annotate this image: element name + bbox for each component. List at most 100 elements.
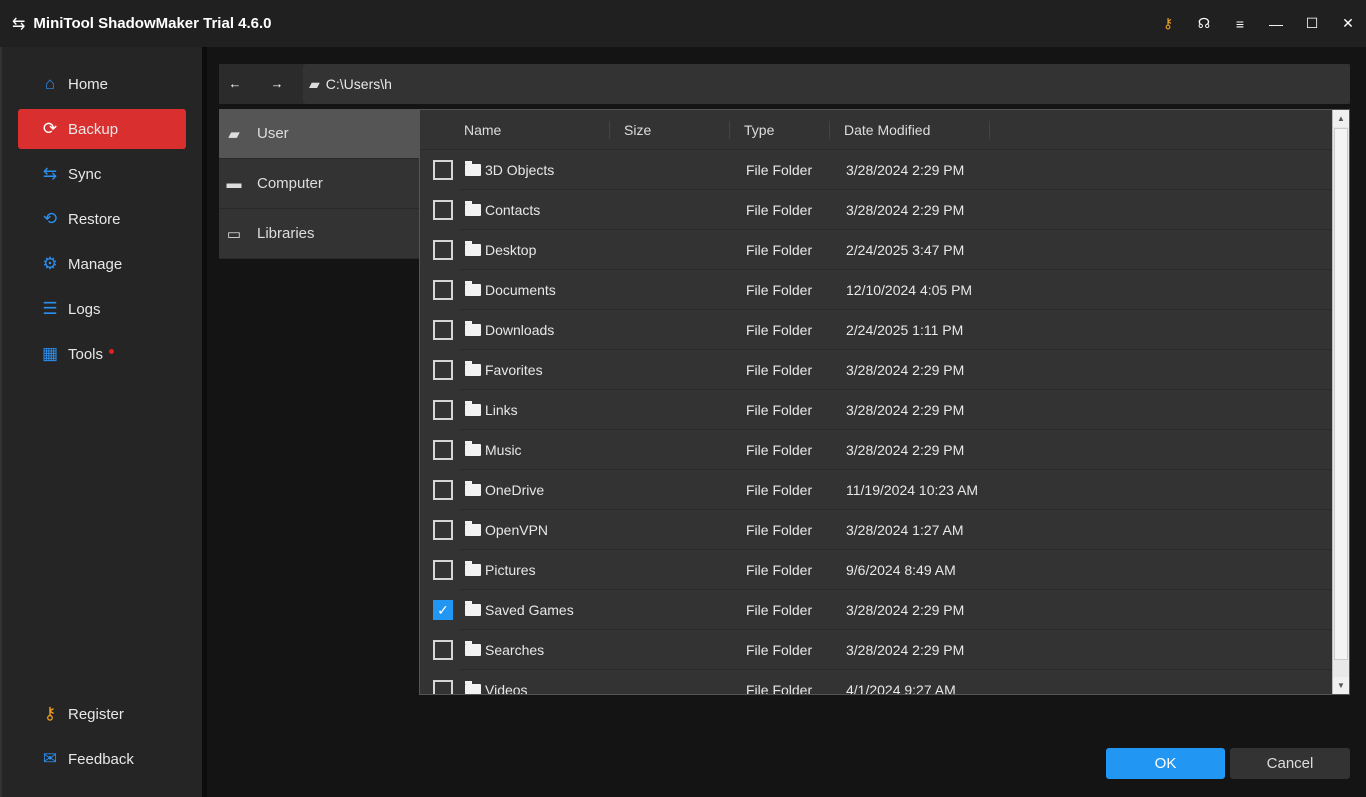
user-folder-icon: ▰	[309, 75, 320, 92]
cancel-button[interactable]: Cancel	[1230, 748, 1350, 779]
close-icon[interactable]: ✕	[1330, 15, 1366, 32]
folder-icon	[465, 441, 481, 456]
sidebar-item-backup[interactable]: ⟳ Backup	[18, 109, 186, 149]
list-header: Name Size Type Date Modified	[420, 110, 1349, 150]
file-type: File Folder	[746, 242, 813, 258]
scroll-down-button[interactable]: ▼	[1333, 677, 1349, 694]
maximize-icon[interactable]: ☐	[1294, 15, 1330, 32]
file-row[interactable]: 3D Objects File Folder 3/28/2024 2:29 PM	[420, 150, 1349, 190]
sidebar-item-label: Register	[68, 705, 124, 723]
sidebar-item-label: Logs	[68, 300, 101, 318]
column-name[interactable]: Name	[420, 120, 610, 139]
minimize-icon[interactable]: —	[1258, 16, 1294, 32]
file-type: File Folder	[746, 202, 813, 218]
file-list: Name Size Type Date Modified 3D Objects F…	[419, 109, 1350, 695]
file-row[interactable]: Downloads File Folder 2/24/2025 1:11 PM	[420, 310, 1349, 350]
file-date: 3/28/2024 2:29 PM	[846, 402, 965, 418]
sidebar-item-sync[interactable]: ⇆ Sync	[18, 154, 186, 194]
file-name: Downloads	[485, 322, 555, 338]
row-checkbox[interactable]	[433, 560, 453, 580]
location-panel: ▰ User ▬ Computer ▭ Libraries	[219, 109, 419, 259]
file-name: Links	[485, 402, 518, 418]
path-field[interactable]: ▰ C:\Users\h	[303, 64, 1350, 104]
file-row[interactable]: Contacts File Folder 3/28/2024 2:29 PM	[420, 190, 1349, 230]
sidebar-item-tools[interactable]: ▦ Tools	[18, 334, 186, 374]
sidebar-item-manage[interactable]: ⚙ Manage	[18, 244, 186, 284]
sidebar-item-logs[interactable]: ☰ Logs	[18, 289, 186, 329]
row-checkbox[interactable]: ✓	[433, 600, 453, 620]
folder-icon	[465, 241, 481, 256]
app-logo-icon: ⇆	[12, 15, 26, 33]
column-type[interactable]: Type	[730, 120, 830, 139]
row-checkbox[interactable]	[433, 320, 453, 340]
home-icon: ⌂	[44, 74, 56, 93]
divider	[202, 47, 207, 797]
location-user[interactable]: ▰ User	[219, 109, 419, 159]
column-size[interactable]: Size	[610, 120, 730, 139]
menu-icon[interactable]: ≡	[1222, 16, 1258, 32]
file-date: 3/28/2024 2:29 PM	[846, 162, 965, 178]
file-row[interactable]: OneDrive File Folder 11/19/2024 10:23 AM	[420, 470, 1349, 510]
sync-icon: ⇆	[42, 164, 58, 183]
file-date: 12/10/2024 4:05 PM	[846, 282, 973, 298]
sidebar-item-home[interactable]: ⌂ Home	[18, 64, 186, 104]
row-checkbox[interactable]	[433, 280, 453, 300]
file-row[interactable]: Favorites File Folder 3/28/2024 2:29 PM	[420, 350, 1349, 390]
folder-icon	[465, 201, 481, 216]
scroll-up-button[interactable]: ▲	[1333, 110, 1349, 127]
row-checkbox[interactable]	[433, 520, 453, 540]
file-date: 9/6/2024 8:49 AM	[846, 562, 956, 578]
logs-icon: ☰	[42, 299, 58, 318]
folder-icon	[465, 401, 481, 416]
sidebar-item-label: Tools	[68, 345, 104, 363]
folder-icon	[465, 281, 481, 296]
row-checkbox[interactable]	[433, 200, 453, 220]
file-row[interactable]: Links File Folder 3/28/2024 2:29 PM	[420, 390, 1349, 430]
column-date[interactable]: Date Modified	[830, 120, 990, 139]
row-checkbox[interactable]	[433, 640, 453, 660]
sidebar-item-register[interactable]: ⚷ Register	[18, 694, 186, 734]
forward-button[interactable]: →	[261, 64, 293, 104]
file-type: File Folder	[746, 682, 813, 695]
folder-icon	[465, 641, 481, 656]
headset-icon[interactable]: ☊	[1186, 15, 1222, 32]
back-button[interactable]: ←	[219, 64, 251, 104]
folder-icon	[465, 521, 481, 536]
row-checkbox[interactable]	[433, 400, 453, 420]
file-date: 3/28/2024 2:29 PM	[846, 602, 965, 618]
row-checkbox[interactable]	[433, 480, 453, 500]
path-text: C:\Users\h	[325, 76, 392, 92]
file-row[interactable]: Searches File Folder 3/28/2024 2:29 PM	[420, 630, 1349, 670]
mail-icon: ✉	[42, 749, 58, 768]
user-folder-icon: ▰	[228, 125, 240, 143]
row-checkbox[interactable]	[433, 440, 453, 460]
file-type: File Folder	[746, 442, 813, 458]
location-libraries[interactable]: ▭ Libraries	[219, 209, 419, 259]
file-date: 11/19/2024 10:23 AM	[846, 482, 979, 498]
location-computer[interactable]: ▬ Computer	[219, 159, 419, 209]
scroll-thumb[interactable]	[1334, 128, 1348, 660]
sidebar-item-label: Home	[68, 75, 109, 93]
key-icon[interactable]: ⚷	[1150, 15, 1186, 32]
row-checkbox[interactable]	[433, 680, 453, 694]
sidebar-item-restore[interactable]: ⟲ Restore	[18, 199, 186, 239]
row-checkbox[interactable]	[433, 360, 453, 380]
restore-icon: ⟲	[42, 209, 58, 228]
file-row[interactable]: Documents File Folder 12/10/2024 4:05 PM	[420, 270, 1349, 310]
folder-icon: ▭	[226, 225, 242, 243]
file-row[interactable]: Videos File Folder 4/1/2024 9:27 AM	[420, 670, 1349, 695]
sidebar-item-label: Feedback	[68, 750, 134, 768]
scrollbar[interactable]: ▲ ▼	[1332, 110, 1349, 694]
file-row[interactable]: Pictures File Folder 9/6/2024 8:49 AM	[420, 550, 1349, 590]
sidebar-item-feedback[interactable]: ✉ Feedback	[18, 739, 186, 779]
file-row[interactable]: ✓ Saved Games File Folder 3/28/2024 2:29 PM	[420, 590, 1349, 630]
row-checkbox[interactable]	[433, 240, 453, 260]
sidebar-item-label: Backup	[68, 120, 119, 138]
file-row[interactable]: Music File Folder 3/28/2024 2:29 PM	[420, 430, 1349, 470]
ok-button[interactable]: OK	[1106, 748, 1225, 779]
file-row[interactable]: Desktop File Folder 2/24/2025 3:47 PM	[420, 230, 1349, 270]
file-date: 3/28/2024 1:27 AM	[846, 522, 964, 538]
folder-icon	[465, 361, 481, 376]
file-row[interactable]: OpenVPN File Folder 3/28/2024 1:27 AM	[420, 510, 1349, 550]
row-checkbox[interactable]	[433, 160, 453, 180]
